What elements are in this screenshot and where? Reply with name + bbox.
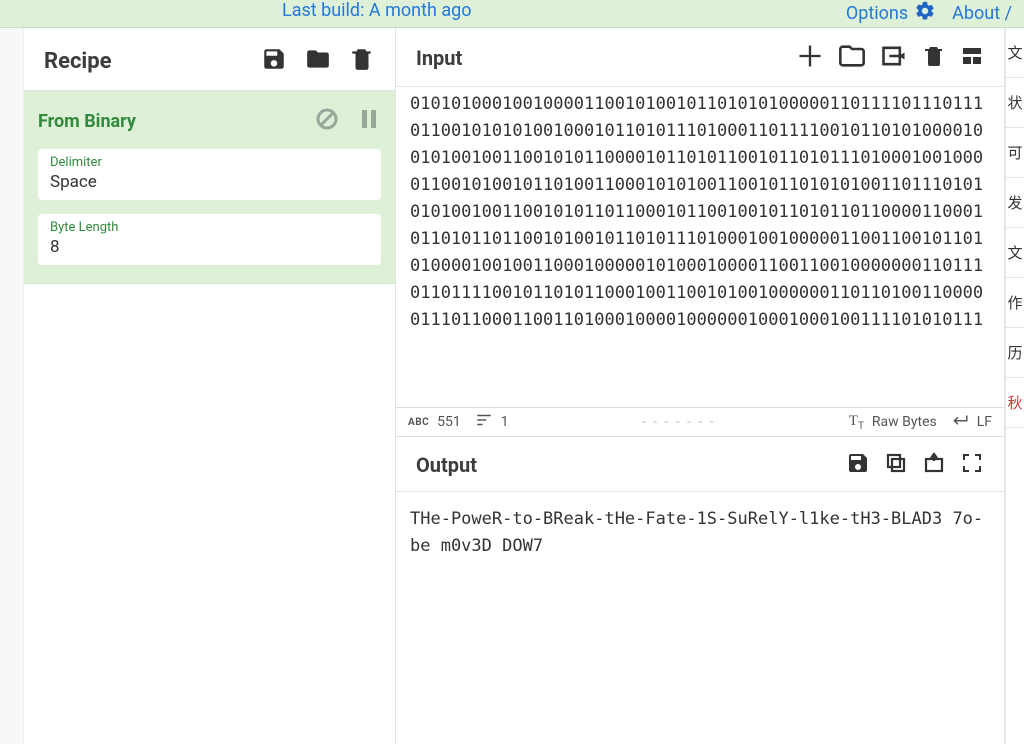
rside-item[interactable]: 文 [1006,28,1024,78]
char-count-icon: ABC [408,417,429,428]
save-recipe-button[interactable] [261,46,287,76]
pause-op-button[interactable] [357,107,381,135]
char-count: 551 [437,414,461,430]
about-link[interactable]: About / [952,3,1012,24]
recipe-column: Recipe From Binary [24,28,396,744]
load-recipe-button[interactable] [305,46,331,76]
maximize-output-button[interactable] [960,451,984,479]
line-count: 1 [501,414,509,430]
disable-op-button[interactable] [315,107,339,135]
bytelength-label: Byte Length [50,220,369,235]
encoding-label[interactable]: Raw Bytes [872,414,937,430]
open-folder-button[interactable] [838,42,866,74]
recipe-title: Recipe [44,49,112,74]
options-link[interactable]: Options [846,0,936,27]
case-icon[interactable]: TT [849,413,864,432]
recipe-header: Recipe [24,28,395,91]
input-status-bar: ABC 551 1 - - - - - - - TT Raw Bytes LF [396,407,1004,437]
output-title: Output [416,453,477,477]
operation-from-binary[interactable]: From Binary Delimiter Space Byte Length … [24,91,395,284]
input-textarea[interactable]: 0101010001001000011001010010110101010000… [396,87,1004,407]
output-text[interactable]: THe-PoweR-to-BReak-tHe-Fate-1S-SuRelY-l1… [396,492,1004,744]
rside-item[interactable]: 发 [1006,178,1024,228]
save-output-button[interactable] [846,451,870,479]
delimiter-field[interactable]: Delimiter Space [38,149,381,200]
rside-item[interactable]: 文 [1006,228,1024,278]
open-file-button[interactable] [880,42,908,74]
operation-title: From Binary [38,111,136,132]
about-label: About / [952,3,1012,24]
right-sidebar: 文 状 可 发 文 作 历 秋 [1006,28,1024,744]
reset-layout-button[interactable] [960,44,984,72]
input-title: Input [416,46,462,70]
options-label: Options [846,3,908,24]
output-header: Output [396,437,1004,492]
copy-output-button[interactable] [884,451,908,479]
replace-input-button[interactable] [922,451,946,479]
rside-item[interactable]: 秋 [1006,378,1024,428]
io-column: Input 0101010001001000011001010010110101… [396,28,1006,744]
input-header: Input [396,28,1004,87]
clear-input-button[interactable] [922,44,946,72]
rside-item[interactable]: 状 [1006,78,1024,128]
clear-recipe-button[interactable] [349,46,375,76]
left-gutter [0,28,24,744]
build-info: Last build: A month ago [282,0,472,21]
delimiter-value: Space [50,172,369,192]
bytelength-value: 8 [50,237,369,257]
eol-label[interactable]: LF [977,414,992,430]
rside-item[interactable]: 作 [1006,278,1024,328]
status-drag-handle[interactable]: - - - - - - - [523,414,835,430]
line-count-icon [475,411,493,433]
gear-icon [914,0,936,27]
delimiter-label: Delimiter [50,155,369,170]
add-input-button[interactable] [796,42,824,74]
rside-item[interactable]: 历 [1006,328,1024,378]
bytelength-field[interactable]: Byte Length 8 [38,214,381,265]
rside-item[interactable]: 可 [1006,128,1024,178]
eol-icon [951,411,969,433]
top-bar: Last build: A month ago Options About / [0,0,1024,28]
